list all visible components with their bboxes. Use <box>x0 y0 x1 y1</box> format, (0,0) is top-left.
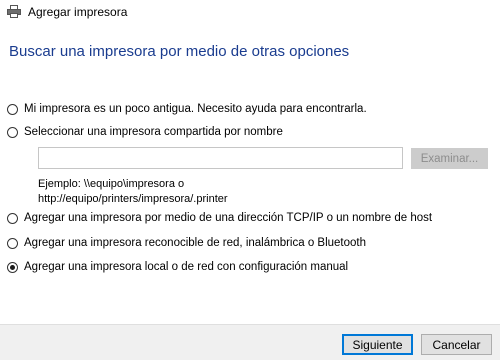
option-tcpip-hostname[interactable]: Agregar una impresora por medio de una d… <box>7 210 432 226</box>
example-line-1: Ejemplo: \\equipo\impresora o <box>38 178 185 190</box>
option-old-printer[interactable]: Mi impresora es un poco antigua. Necesit… <box>7 101 367 117</box>
cancel-button[interactable]: Cancelar <box>421 334 492 355</box>
next-button[interactable]: Siguiente <box>342 334 413 355</box>
radio-button[interactable] <box>7 237 18 249</box>
window-title: Agregar impresora <box>28 5 128 19</box>
radio-button[interactable] <box>7 103 18 115</box>
option-label: Agregar una impresora local o de red con… <box>24 261 349 273</box>
page-heading: Buscar una impresora por medio de otras … <box>9 43 350 60</box>
printer-icon <box>7 5 21 18</box>
title-bar: Agregar impresora <box>0 0 500 24</box>
radio-button-selected[interactable] <box>7 261 18 273</box>
shared-printer-name-input[interactable] <box>38 147 403 169</box>
option-label: Seleccionar una impresora compartida por… <box>24 126 283 138</box>
example-text: Ejemplo: \\equipo\impresora o http://equ… <box>38 177 228 207</box>
option-label: Agregar una impresora reconocible de red… <box>24 237 367 249</box>
radio-button[interactable] <box>7 126 18 138</box>
example-line-2: http://equipo/printers/impresora/.printe… <box>38 193 228 205</box>
browse-button[interactable]: Examinar... <box>411 148 488 169</box>
option-label: Agregar una impresora por medio de una d… <box>24 212 433 224</box>
radio-button[interactable] <box>7 212 18 224</box>
option-label: Mi impresora es un poco antigua. Necesit… <box>24 103 367 115</box>
option-shared-printer-by-name[interactable]: Seleccionar una impresora compartida por… <box>7 124 283 140</box>
button-bar: Siguiente Cancelar <box>0 324 500 360</box>
option-local-manual[interactable]: Agregar una impresora local o de red con… <box>7 259 348 275</box>
option-network-wireless-bluetooth[interactable]: Agregar una impresora reconocible de red… <box>7 235 366 251</box>
